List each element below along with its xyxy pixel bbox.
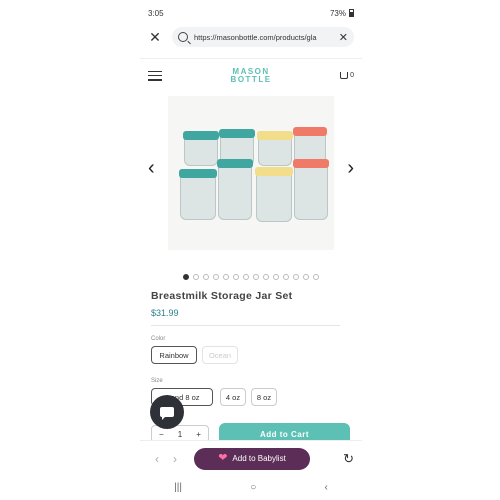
url-field[interactable]: https://masonbottle.com/products/gla ✕ — [172, 27, 354, 47]
size-label: Size — [151, 378, 163, 384]
chat-icon — [160, 407, 174, 420]
clear-url-icon[interactable]: ✕ — [339, 31, 348, 44]
url-text: https://masonbottle.com/products/gla — [194, 32, 317, 42]
product-price: $31.99 — [151, 308, 179, 318]
gallery-dot[interactable] — [303, 274, 309, 280]
gallery-dot[interactable] — [273, 274, 279, 280]
cart-link[interactable]: 0 — [340, 72, 354, 79]
chat-button[interactable] — [150, 395, 184, 429]
gallery-dot[interactable] — [243, 274, 249, 280]
gallery-dot[interactable] — [213, 274, 219, 280]
product-title: Breastmilk Storage Jar Set — [151, 290, 293, 302]
quantity-plus-button[interactable]: + — [196, 430, 201, 439]
search-icon — [178, 32, 188, 42]
status-time: 3:05 — [148, 8, 164, 18]
color-option-rainbow[interactable]: Rainbow — [151, 346, 197, 364]
cart-count: 0 — [350, 72, 354, 79]
status-bar: 3:05 73% — [148, 6, 354, 20]
gallery-dot[interactable] — [233, 274, 239, 280]
forward-arrow-icon[interactable]: › — [166, 452, 184, 466]
size-option-4-oz[interactable]: 4 oz — [220, 388, 246, 406]
system-back-icon[interactable]: ‹ — [325, 482, 328, 493]
babylist-label: Add to Babylist — [232, 454, 286, 463]
gallery-dot[interactable] — [193, 274, 199, 280]
battery-percent: 73% — [329, 8, 346, 18]
recents-icon[interactable]: ||| — [174, 482, 182, 493]
site-header: MASON BOTTLE 0 — [140, 58, 362, 92]
bottom-toolbar: ‹ › ❤ Add to Babylist ↻ — [140, 440, 362, 476]
color-label: Color — [151, 336, 166, 342]
gallery-dot[interactable] — [313, 274, 319, 280]
reload-icon[interactable]: ↻ — [343, 451, 354, 467]
gallery-dot[interactable] — [183, 274, 189, 280]
gallery-dot[interactable] — [263, 274, 269, 280]
cart-icon — [340, 72, 349, 79]
phone-screen: 3:05 73% ✕ https://masonbottle.com/produ… — [140, 0, 362, 500]
gallery-prev-arrow[interactable]: ‹ — [148, 158, 155, 178]
back-arrow-icon[interactable]: ‹ — [148, 452, 166, 466]
gallery-dot[interactable] — [203, 274, 209, 280]
product-gallery: ‹ › — [148, 96, 354, 254]
close-tab-icon[interactable]: ✕ — [148, 30, 162, 44]
size-option-8-oz[interactable]: 8 oz — [251, 388, 277, 406]
quantity-minus-button[interactable]: − — [159, 430, 164, 439]
gallery-dot[interactable] — [293, 274, 299, 280]
gallery-next-arrow[interactable]: › — [347, 158, 354, 178]
site-logo[interactable]: MASON BOTTLE — [231, 67, 272, 84]
gallery-dot[interactable] — [283, 274, 289, 280]
heart-icon: ❤ — [218, 452, 228, 464]
product-image[interactable] — [168, 96, 334, 250]
menu-icon[interactable] — [148, 70, 162, 81]
add-to-babylist-button[interactable]: ❤ Add to Babylist — [194, 447, 310, 470]
divider — [151, 325, 340, 326]
home-icon[interactable]: ○ — [250, 482, 256, 493]
quantity-value[interactable]: 1 — [178, 430, 182, 439]
browser-url-bar: ✕ https://masonbottle.com/products/gla ✕ — [140, 24, 362, 50]
battery-icon — [349, 9, 354, 17]
gallery-dot[interactable] — [223, 274, 229, 280]
system-nav-bar: ||| ○ ‹ — [140, 478, 362, 496]
color-option-ocean[interactable]: Ocean — [202, 346, 238, 364]
gallery-dots — [140, 274, 362, 280]
gallery-dot[interactable] — [253, 274, 259, 280]
